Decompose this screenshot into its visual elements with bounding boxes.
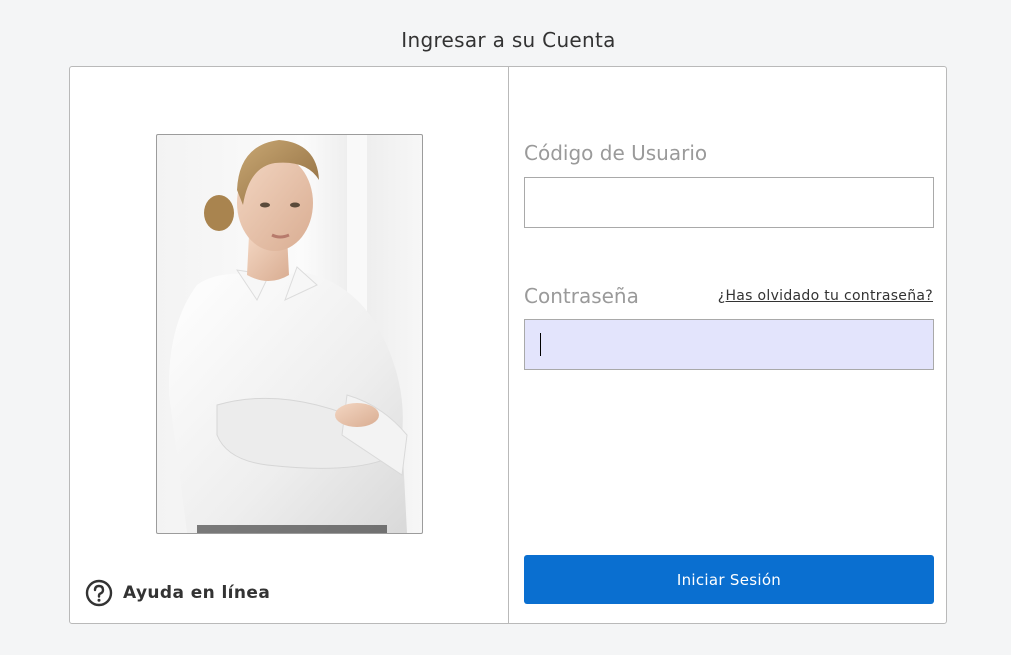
password-label: Contraseña: [524, 284, 639, 308]
username-label: Código de Usuario: [524, 141, 708, 165]
login-button[interactable]: Iniciar Sesión: [524, 555, 934, 604]
portrait-image: [156, 134, 423, 534]
online-help-link[interactable]: Ayuda en línea: [85, 579, 270, 607]
login-card: Ayuda en línea Código de Usuario Contras…: [69, 66, 947, 624]
password-input[interactable]: [524, 319, 934, 370]
page-title: Ingresar a su Cuenta: [401, 28, 616, 52]
left-panel: Ayuda en línea: [70, 67, 509, 623]
question-circle-icon: [85, 579, 113, 607]
username-input[interactable]: [524, 177, 934, 228]
online-help-label: Ayuda en línea: [123, 583, 271, 603]
text-caret: [540, 333, 541, 356]
login-form: Código de Usuario Contraseña ¿Has olvida…: [509, 67, 946, 623]
forgot-password-link[interactable]: ¿Has olvidado tu contraseña?: [718, 288, 933, 304]
